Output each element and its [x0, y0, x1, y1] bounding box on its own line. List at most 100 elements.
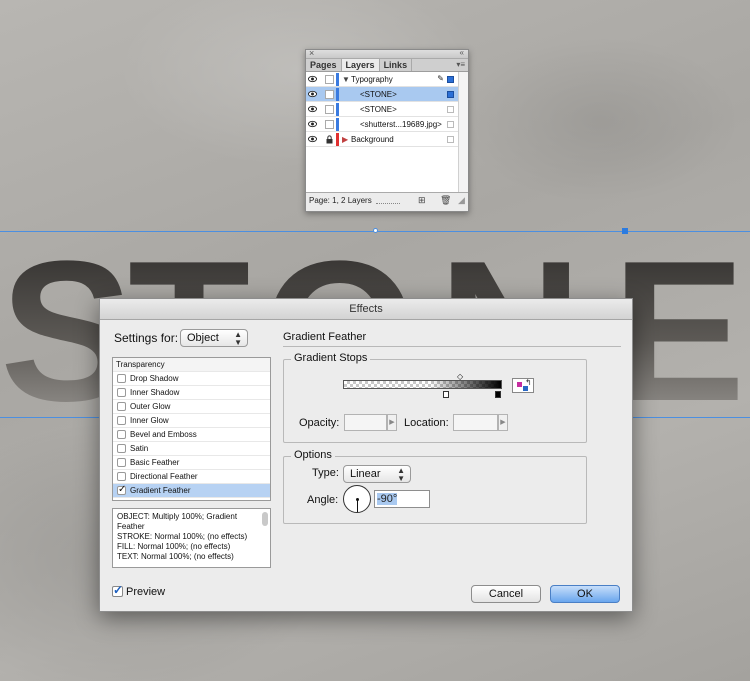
opacity-field[interactable] [344, 414, 387, 431]
ok-button[interactable]: OK [550, 585, 620, 603]
eye-icon[interactable] [308, 120, 317, 128]
collapse-icon[interactable]: « [460, 48, 464, 57]
panel-menu-icon[interactable]: ▾≡ [456, 60, 465, 69]
checkbox[interactable] [117, 444, 126, 453]
cancel-button[interactable]: Cancel [471, 585, 541, 603]
eye-icon[interactable] [308, 135, 317, 143]
tab-links[interactable]: Links [380, 59, 413, 71]
layer-row-stone[interactable]: <STONE> [306, 102, 468, 117]
layers-panel-tabs: Pages Layers Links ▾≡ [306, 59, 468, 72]
effect-directional-feather[interactable]: Directional Feather [113, 470, 270, 484]
object-name: <STONE> [360, 105, 397, 114]
preview-checkbox[interactable]: Preview [112, 583, 165, 598]
lock-toggle[interactable] [325, 75, 334, 84]
checkbox[interactable] [117, 374, 126, 383]
location-arrow-icon[interactable]: ▶ [498, 414, 508, 431]
lock-toggle[interactable] [325, 120, 334, 129]
layers-scrollbar[interactable] [458, 72, 468, 192]
reverse-arrow-icon: ↰ [525, 378, 532, 387]
checkbox-checked[interactable] [112, 583, 123, 597]
selection-indicator[interactable] [447, 76, 454, 83]
layers-status: Page: 1, 2 Layers [309, 196, 372, 205]
dialog-title[interactable]: Effects [100, 299, 632, 320]
checkbox[interactable] [117, 416, 126, 425]
group-title: Options [291, 449, 335, 461]
settings-for-select[interactable]: Object ▲ ▼ [180, 329, 248, 347]
checkbox-checked[interactable] [117, 483, 126, 497]
effect-outer-glow[interactable]: Outer Glow [113, 400, 270, 414]
effects-list: Transparency Drop Shadow Inner Shadow Ou… [112, 357, 271, 501]
layer-color-swatch [336, 103, 339, 116]
angle-input[interactable]: -90° [374, 490, 430, 508]
summary-line: OBJECT: Multiply 100%; Gradient Feather [117, 512, 238, 531]
summary-scrollbar[interactable] [262, 512, 268, 526]
selection-indicator[interactable] [447, 106, 454, 113]
layer-row-stone-selected[interactable]: <STONE> [306, 87, 468, 102]
close-icon[interactable]: × [309, 48, 314, 58]
new-layer-icon[interactable]: ⊞ [418, 195, 426, 206]
layer-row-background[interactable]: ▶ Background [306, 132, 468, 147]
selection-indicator[interactable] [447, 136, 454, 143]
panel-drag-grip[interactable] [376, 203, 400, 206]
checkbox[interactable] [117, 388, 126, 397]
type-select[interactable]: Linear ▲ ▼ [343, 465, 411, 483]
eye-icon[interactable] [308, 75, 317, 83]
lock-toggle[interactable] [325, 90, 334, 99]
eye-icon[interactable] [308, 105, 317, 113]
selection-indicator[interactable] [447, 121, 454, 128]
updown-arrows-icon: ▲ ▼ [234, 330, 242, 347]
tab-layers[interactable]: Layers [341, 59, 380, 71]
eye-icon[interactable] [308, 90, 317, 98]
type-value: Linear [350, 468, 381, 480]
effect-bevel-emboss[interactable]: Bevel and Emboss [113, 428, 270, 442]
section-title: Gradient Feather [283, 331, 367, 343]
trash-icon[interactable]: 🗑 [440, 195, 451, 206]
effect-label: Drop Shadow [130, 374, 179, 383]
location-field[interactable] [453, 414, 498, 431]
layer-name: Background [351, 135, 394, 144]
gradient-stop-left[interactable] [443, 391, 449, 398]
layers-panel-footer: Page: 1, 2 Layers ⊞ 🗑 ◢ [306, 192, 468, 207]
expand-right-icon[interactable]: ▶ [342, 135, 348, 144]
pen-icon: ✎ [437, 74, 444, 83]
reverse-gradient-button[interactable]: ↰ [512, 378, 534, 393]
gradient-stop-right[interactable] [495, 391, 501, 398]
midpoint-diamond-icon[interactable]: ◇ [457, 372, 463, 381]
opacity-arrow-icon[interactable]: ▶ [387, 414, 397, 431]
resize-grip-icon[interactable]: ◢ [458, 195, 465, 206]
lock-icon[interactable] [325, 135, 334, 144]
gradient-ramp[interactable] [343, 380, 502, 389]
summary-line: FILL: Normal 100%; (no effects) [117, 542, 231, 551]
effect-satin[interactable]: Satin [113, 442, 270, 456]
layer-color-swatch [336, 88, 339, 101]
layers-panel-titlebar[interactable]: × « [306, 48, 468, 59]
effects-list-header[interactable]: Transparency [113, 358, 270, 372]
summary-line: STROKE: Normal 100%; (no effects) [117, 532, 248, 541]
selection-indicator[interactable] [447, 91, 454, 98]
object-name: <STONE> [360, 90, 397, 99]
checkbox[interactable] [117, 402, 126, 411]
location-label: Location: [404, 417, 449, 429]
expand-down-icon[interactable]: ▼ [342, 75, 350, 84]
summary-line: TEXT: Normal 100%; (no effects) [117, 552, 234, 561]
lock-toggle[interactable] [325, 105, 334, 114]
effect-basic-feather[interactable]: Basic Feather [113, 456, 270, 470]
effect-drop-shadow[interactable]: Drop Shadow [113, 372, 270, 386]
effect-inner-shadow[interactable]: Inner Shadow [113, 386, 270, 400]
layers-list: ▼ Typography ✎ <STONE> <STONE> <shutters… [306, 72, 468, 192]
opacity-label: Opacity: [299, 417, 340, 429]
effect-inner-glow[interactable]: Inner Glow [113, 414, 270, 428]
settings-for-value: Object [187, 332, 219, 344]
effect-label: Gradient Feather [130, 486, 191, 495]
angle-dial-icon[interactable] [343, 485, 371, 513]
checkbox[interactable] [117, 458, 126, 467]
checkbox[interactable] [117, 472, 126, 481]
layer-row-typography[interactable]: ▼ Typography ✎ [306, 72, 468, 87]
effect-gradient-feather[interactable]: Gradient Feather [113, 483, 270, 498]
checkbox[interactable] [117, 430, 126, 439]
tab-pages[interactable]: Pages [306, 59, 342, 71]
angle-value: -90° [377, 493, 398, 505]
layer-row-image[interactable]: <shutterst...19689.jpg> [306, 117, 468, 132]
effect-label: Satin [130, 444, 149, 453]
group-title: Gradient Stops [291, 352, 371, 364]
